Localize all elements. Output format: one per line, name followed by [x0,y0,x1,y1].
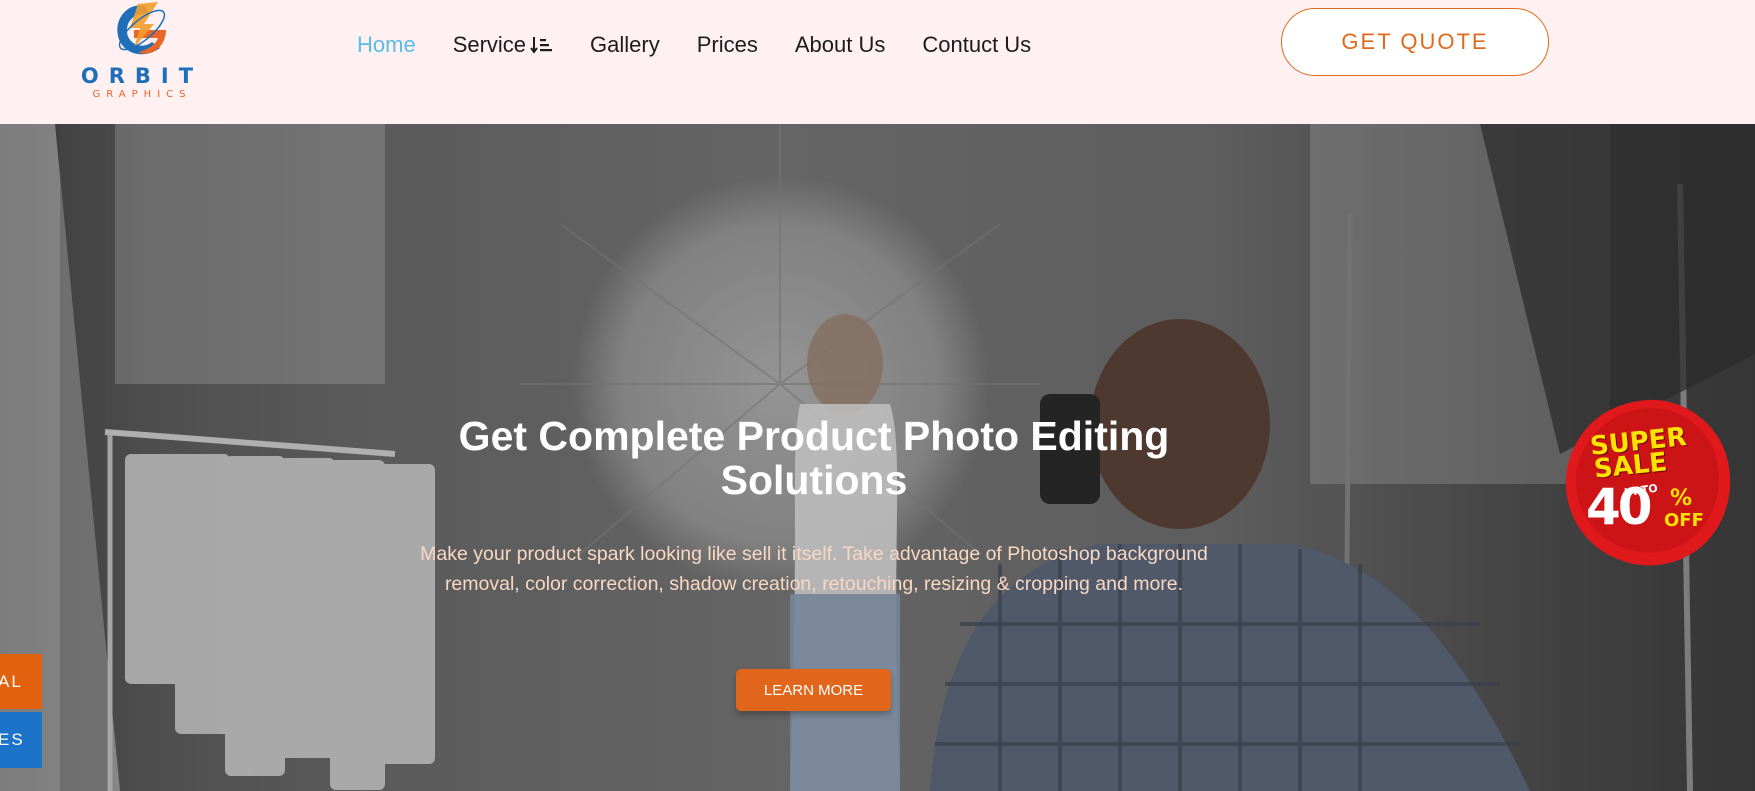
side-tab-blue[interactable]: ES [0,712,42,768]
brand-name: ORBIT [80,64,204,88]
orbit-logo-icon [117,2,166,55]
brand-logo[interactable]: ORBIT GRAPHICS [72,0,212,110]
side-tab-orange[interactable]: AL [0,654,42,709]
nav-contact-us[interactable]: Contuct Us [922,32,1031,58]
brand-tagline: GRAPHICS [92,89,192,100]
get-quote-button[interactable]: GET QUOTE [1281,8,1549,76]
sale-text: SUPER SALE 40 UPTO % OFF [1558,394,1736,572]
sale-percent: % [1670,486,1693,511]
nav-gallery[interactable]: Gallery [590,32,660,58]
nav-home[interactable]: Home [357,32,416,58]
learn-more-button[interactable]: LEARN MORE [736,669,891,711]
hero-title: Get Complete Product Photo Editing Solut… [458,413,1170,503]
hero-description: Make your product spark looking like sel… [420,543,1208,595]
nav-service[interactable]: Service [453,32,554,58]
nav-about-us[interactable]: About Us [795,32,886,58]
nav-service-label: Service [452,32,527,57]
sort-icon [530,37,553,54]
side-tab-blue-label: ES [0,730,25,749]
main-nav: Home Service Gallery Prices About Us Con… [357,32,1031,58]
hero-section: Get Complete Product Photo Editing Solut… [0,124,1755,791]
super-sale-badge[interactable]: SUPER SALE 40 UPTO % OFF [1558,394,1736,572]
side-tab-orange-label: AL [0,671,23,691]
site-header: ORBIT GRAPHICS Home Service Gallery Pric… [0,0,1755,125]
sale-off-label: OFF [1664,510,1704,531]
nav-prices[interactable]: Prices [697,32,758,58]
